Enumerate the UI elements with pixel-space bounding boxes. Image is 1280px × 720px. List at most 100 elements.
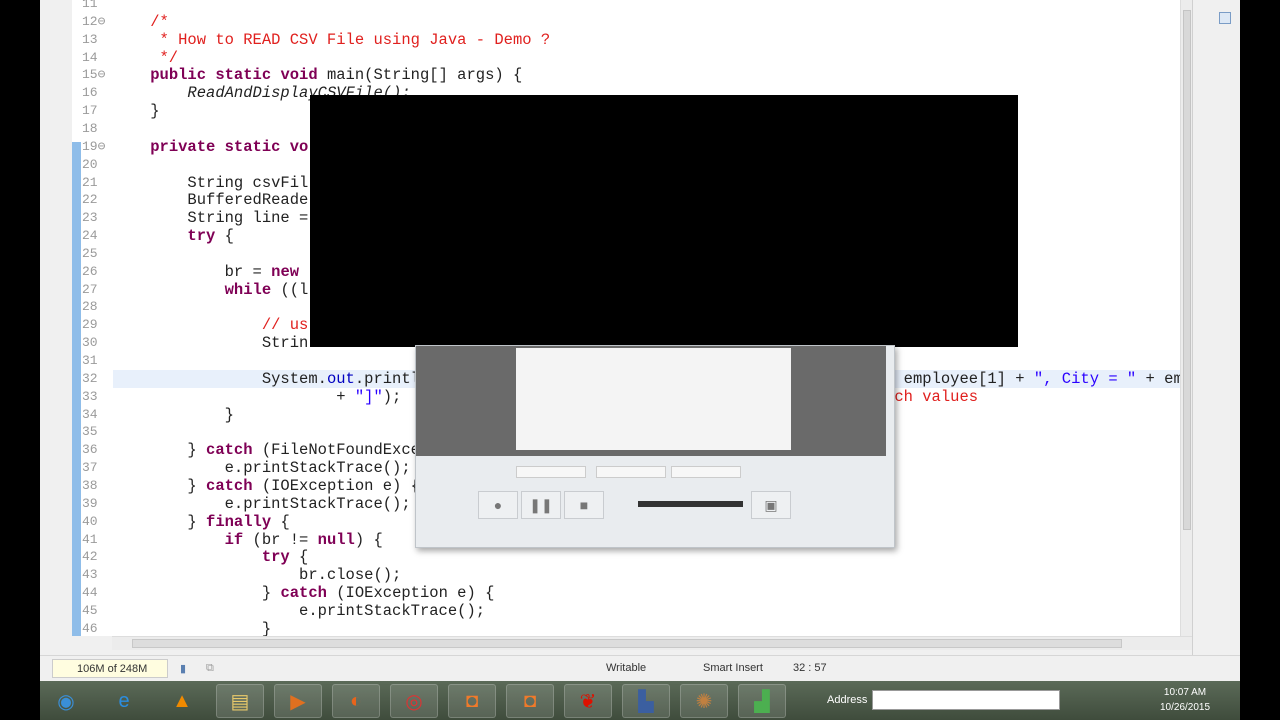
code-token: String line =	[113, 209, 309, 228]
line-number: 23	[82, 210, 98, 226]
trash-icon[interactable]: ▮	[180, 662, 186, 675]
code-token: public static void	[150, 66, 318, 85]
app-purple-icon[interactable]: ✺	[680, 684, 728, 718]
code-line[interactable]: }	[113, 620, 1180, 636]
orange-app-1-icon[interactable]: ◘	[448, 684, 496, 718]
code-line[interactable]	[113, 0, 1180, 13]
recorder-button[interactable]	[596, 466, 666, 478]
pause-button[interactable]: ❚❚	[521, 491, 561, 519]
active-window-icon[interactable]: ▙	[622, 684, 670, 718]
line-number: 17	[82, 103, 98, 119]
code-token: catch	[280, 584, 327, 603]
recorder-preview	[416, 346, 886, 456]
pin-icon[interactable]: ⧉	[206, 662, 214, 675]
code-line[interactable]: */	[113, 49, 1180, 67]
code-token: finally	[206, 512, 272, 531]
line-number: 20	[82, 156, 98, 172]
change-bar	[72, 142, 81, 636]
code-token: }	[113, 619, 272, 636]
file-explorer-icon[interactable]: ▤	[216, 684, 264, 718]
code-line[interactable]: * How to READ CSV File using Java - Demo…	[113, 31, 1180, 49]
code-line[interactable]: } catch (IOException e) {	[113, 584, 1180, 602]
line-number: 31	[82, 353, 98, 368]
screen: 11 12⊖ /* 13 * How to READ CSV File using …	[40, 0, 1240, 720]
code-line[interactable]: br.close();	[113, 566, 1180, 584]
line-number: 12⊖	[82, 13, 106, 29]
chrome-icon[interactable]: ◎	[390, 684, 438, 718]
clock[interactable]: 10:07 AM 10/26/2015	[1160, 685, 1210, 715]
line-number: 35	[82, 424, 98, 440]
heap-status: 106M of 248M	[52, 659, 168, 678]
code-token: (IOException e) {	[252, 476, 420, 495]
line-number: 42	[82, 549, 98, 565]
address-label: Address	[827, 694, 868, 706]
firefox-icon[interactable]: ◐	[332, 684, 380, 718]
line-number: 15⊖	[82, 67, 106, 83]
code-line[interactable]: /*	[113, 13, 1180, 31]
code-token: main(String[] args) {	[317, 66, 523, 85]
code-token: e.printStackTrace();	[113, 459, 411, 478]
line-number: 41	[82, 531, 98, 547]
line-number: 16	[82, 85, 98, 101]
code-line[interactable]: public static void main(String[] args) {	[113, 66, 1180, 84]
orange-app-2-icon[interactable]: ◘	[506, 684, 554, 718]
code-line[interactable]: try {	[113, 548, 1180, 566]
start-orb-icon[interactable]: ◉	[42, 684, 90, 718]
recorder-dropdown[interactable]	[516, 466, 586, 478]
record-button[interactable]: ●	[478, 491, 518, 519]
restore-icon[interactable]	[1219, 12, 1231, 24]
code-token: "]"	[354, 387, 383, 406]
code-token: */	[113, 48, 179, 67]
vertical-scrollbar[interactable]	[1180, 0, 1192, 636]
code-token: }	[113, 512, 207, 531]
code-token: Strin	[113, 334, 309, 353]
line-number: 13	[82, 31, 98, 47]
code-token: + em	[1136, 369, 1180, 388]
time: 10:07 AM	[1163, 687, 1207, 698]
writable-status: Writable	[606, 662, 647, 674]
code-token: e.printStackTrace();	[113, 494, 411, 513]
app-green-icon[interactable]: ▟	[738, 684, 786, 718]
code-token: if	[224, 530, 244, 549]
code-token: while	[224, 280, 272, 299]
red-app-icon[interactable]: ❦	[564, 684, 612, 718]
cursor-position: 32 : 57	[793, 662, 827, 674]
stop-button[interactable]: ■	[564, 491, 604, 519]
line-number: 28	[82, 299, 98, 315]
code-token: BufferedReade	[113, 191, 309, 210]
code-token: try	[187, 227, 216, 246]
horizontal-scrollbar[interactable]	[112, 636, 1192, 650]
code-token: try	[261, 548, 290, 567]
recorder-button[interactable]	[671, 466, 741, 478]
line-number: 11	[82, 0, 98, 11]
black-overlay	[310, 95, 1018, 347]
screen-recorder-window: ● ❚❚ ■ ▣	[415, 345, 895, 548]
line-number: 39	[82, 495, 98, 511]
code-token: ((l	[271, 280, 309, 299]
code-token: {	[289, 548, 309, 567]
line-number: 26	[82, 263, 98, 279]
camera-button[interactable]: ▣	[751, 491, 791, 519]
code-token: out	[326, 369, 355, 388]
internet-explorer-icon[interactable]: e	[100, 684, 148, 718]
address-input[interactable]	[872, 690, 1060, 710]
code-line[interactable]: e.printStackTrace();	[113, 602, 1180, 620]
line-number: 44	[82, 585, 98, 601]
code-token: br =	[113, 262, 272, 281]
volume-meter	[638, 501, 743, 507]
code-token: ", City = "	[1033, 369, 1137, 388]
code-token: }	[113, 476, 207, 495]
line-number: 29	[82, 317, 98, 333]
line-number: 33	[82, 388, 98, 404]
vlc-icon[interactable]: ▲	[158, 684, 206, 718]
media-player-icon[interactable]: ▶	[274, 684, 322, 718]
code-token: br.close();	[113, 566, 402, 585]
overview-panel	[1192, 0, 1240, 655]
scroll-thumb[interactable]	[1183, 10, 1191, 530]
insert-mode-status: Smart Insert	[703, 662, 763, 674]
scroll-thumb[interactable]	[132, 639, 1122, 648]
code-token: String csvFil	[113, 173, 309, 192]
